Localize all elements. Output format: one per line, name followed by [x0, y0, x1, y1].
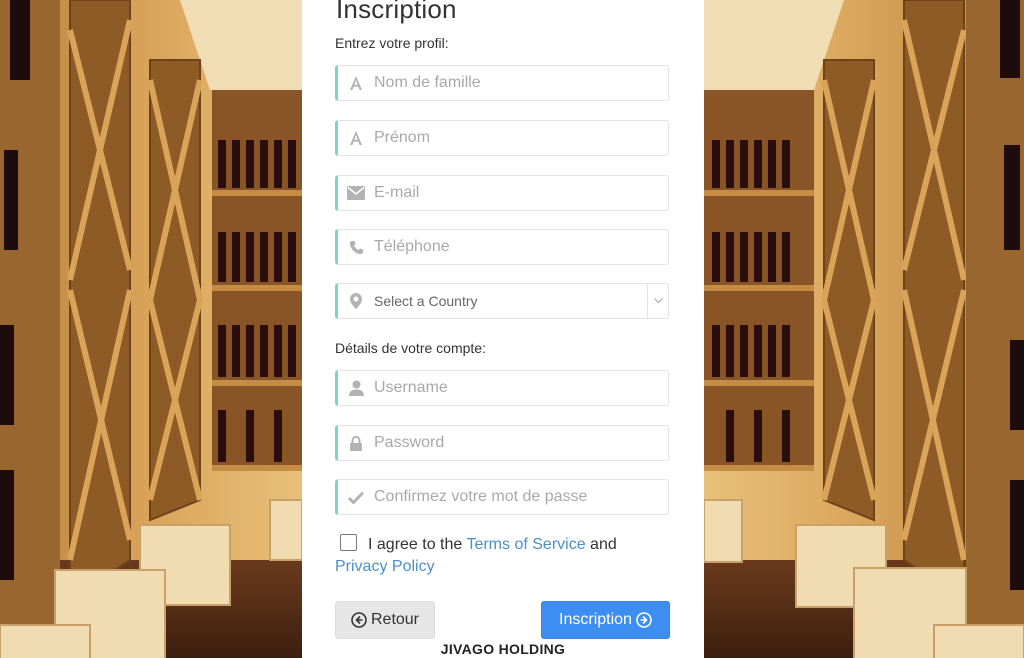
submit-button[interactable]: Inscription — [541, 601, 670, 639]
brand-footer: JIVAGO HOLDING — [440, 641, 566, 657]
background-right-image — [704, 0, 1024, 658]
page-title: Inscription — [336, 0, 457, 24]
arrow-circle-right-icon — [636, 612, 652, 628]
background-left-image — [0, 0, 302, 658]
font-icon — [338, 130, 374, 146]
profile-section-label: Entrez votre profil: — [335, 35, 449, 51]
password-field[interactable] — [335, 425, 669, 461]
back-button-label: Retour — [370, 611, 420, 628]
terms-of-service-link[interactable]: Terms of Service — [466, 536, 585, 553]
lock-icon — [338, 435, 374, 451]
phone-input[interactable] — [374, 232, 668, 262]
last-name-input[interactable] — [374, 68, 668, 98]
envelope-icon — [338, 186, 374, 200]
agree-and-text: and — [585, 536, 617, 553]
username-input[interactable] — [374, 373, 668, 403]
chevron-down-icon[interactable] — [647, 284, 668, 318]
email-input[interactable] — [374, 178, 668, 208]
first-name-field[interactable] — [335, 120, 669, 156]
back-button[interactable]: Retour — [335, 601, 435, 639]
first-name-input[interactable] — [374, 123, 668, 153]
submit-button-label: Inscription — [559, 611, 632, 628]
account-section-label: Détails de votre compte: — [335, 340, 486, 356]
phone-field[interactable] — [335, 229, 669, 265]
terms-checkbox[interactable] — [340, 534, 357, 551]
last-name-field[interactable] — [335, 65, 669, 101]
user-icon — [338, 380, 374, 396]
country-select[interactable]: Select a Country — [335, 283, 669, 319]
phone-icon — [338, 240, 374, 255]
privacy-policy-link[interactable]: Privacy Policy — [335, 558, 435, 575]
arrow-circle-left-icon — [351, 612, 367, 628]
email-field[interactable] — [335, 175, 669, 211]
registration-panel: Inscription Entrez votre profil: Select … — [302, 0, 704, 658]
country-select-value: Select a Country — [374, 293, 478, 309]
font-icon — [338, 75, 374, 91]
confirm-password-field[interactable] — [335, 479, 669, 515]
map-marker-icon — [338, 293, 374, 309]
terms-agreement: I agree to the Terms of Service and Priv… — [335, 534, 675, 578]
password-input[interactable] — [374, 428, 668, 458]
confirm-password-input[interactable] — [374, 482, 668, 512]
username-field[interactable] — [335, 370, 669, 406]
check-icon — [338, 490, 374, 504]
agree-text: I agree to the — [368, 536, 467, 553]
